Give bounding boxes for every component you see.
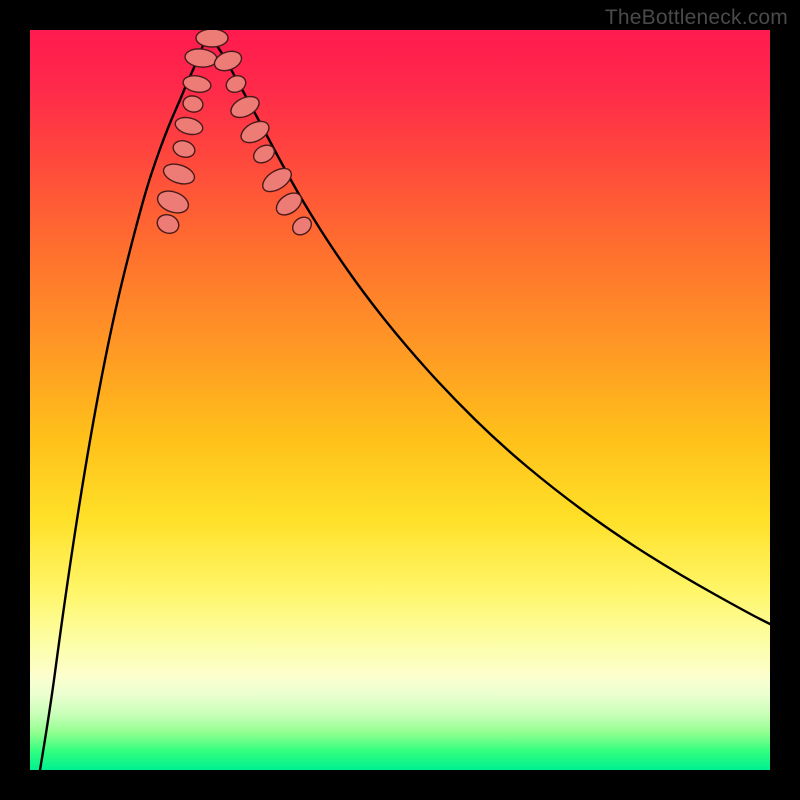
bead-12: [238, 117, 273, 147]
curve-group: [40, 34, 770, 770]
chart-frame: [30, 30, 770, 770]
right-curve: [208, 34, 770, 624]
bead-group: [154, 30, 314, 238]
bead-3: [171, 138, 197, 159]
bead-13: [250, 142, 277, 167]
bead-4: [173, 115, 204, 137]
bottleneck-curve-plot: [30, 30, 770, 770]
bead-2: [161, 160, 197, 187]
bead-1: [155, 187, 192, 217]
bead-7: [184, 47, 218, 68]
watermark-text: TheBottleneck.com: [605, 6, 788, 30]
bead-6: [182, 74, 212, 95]
bead-9: [212, 48, 244, 74]
bead-16: [289, 214, 315, 239]
bead-8: [196, 30, 228, 47]
bead-0: [154, 212, 181, 237]
bead-14: [259, 164, 296, 197]
bead-5: [182, 94, 205, 114]
bead-15: [272, 189, 305, 220]
